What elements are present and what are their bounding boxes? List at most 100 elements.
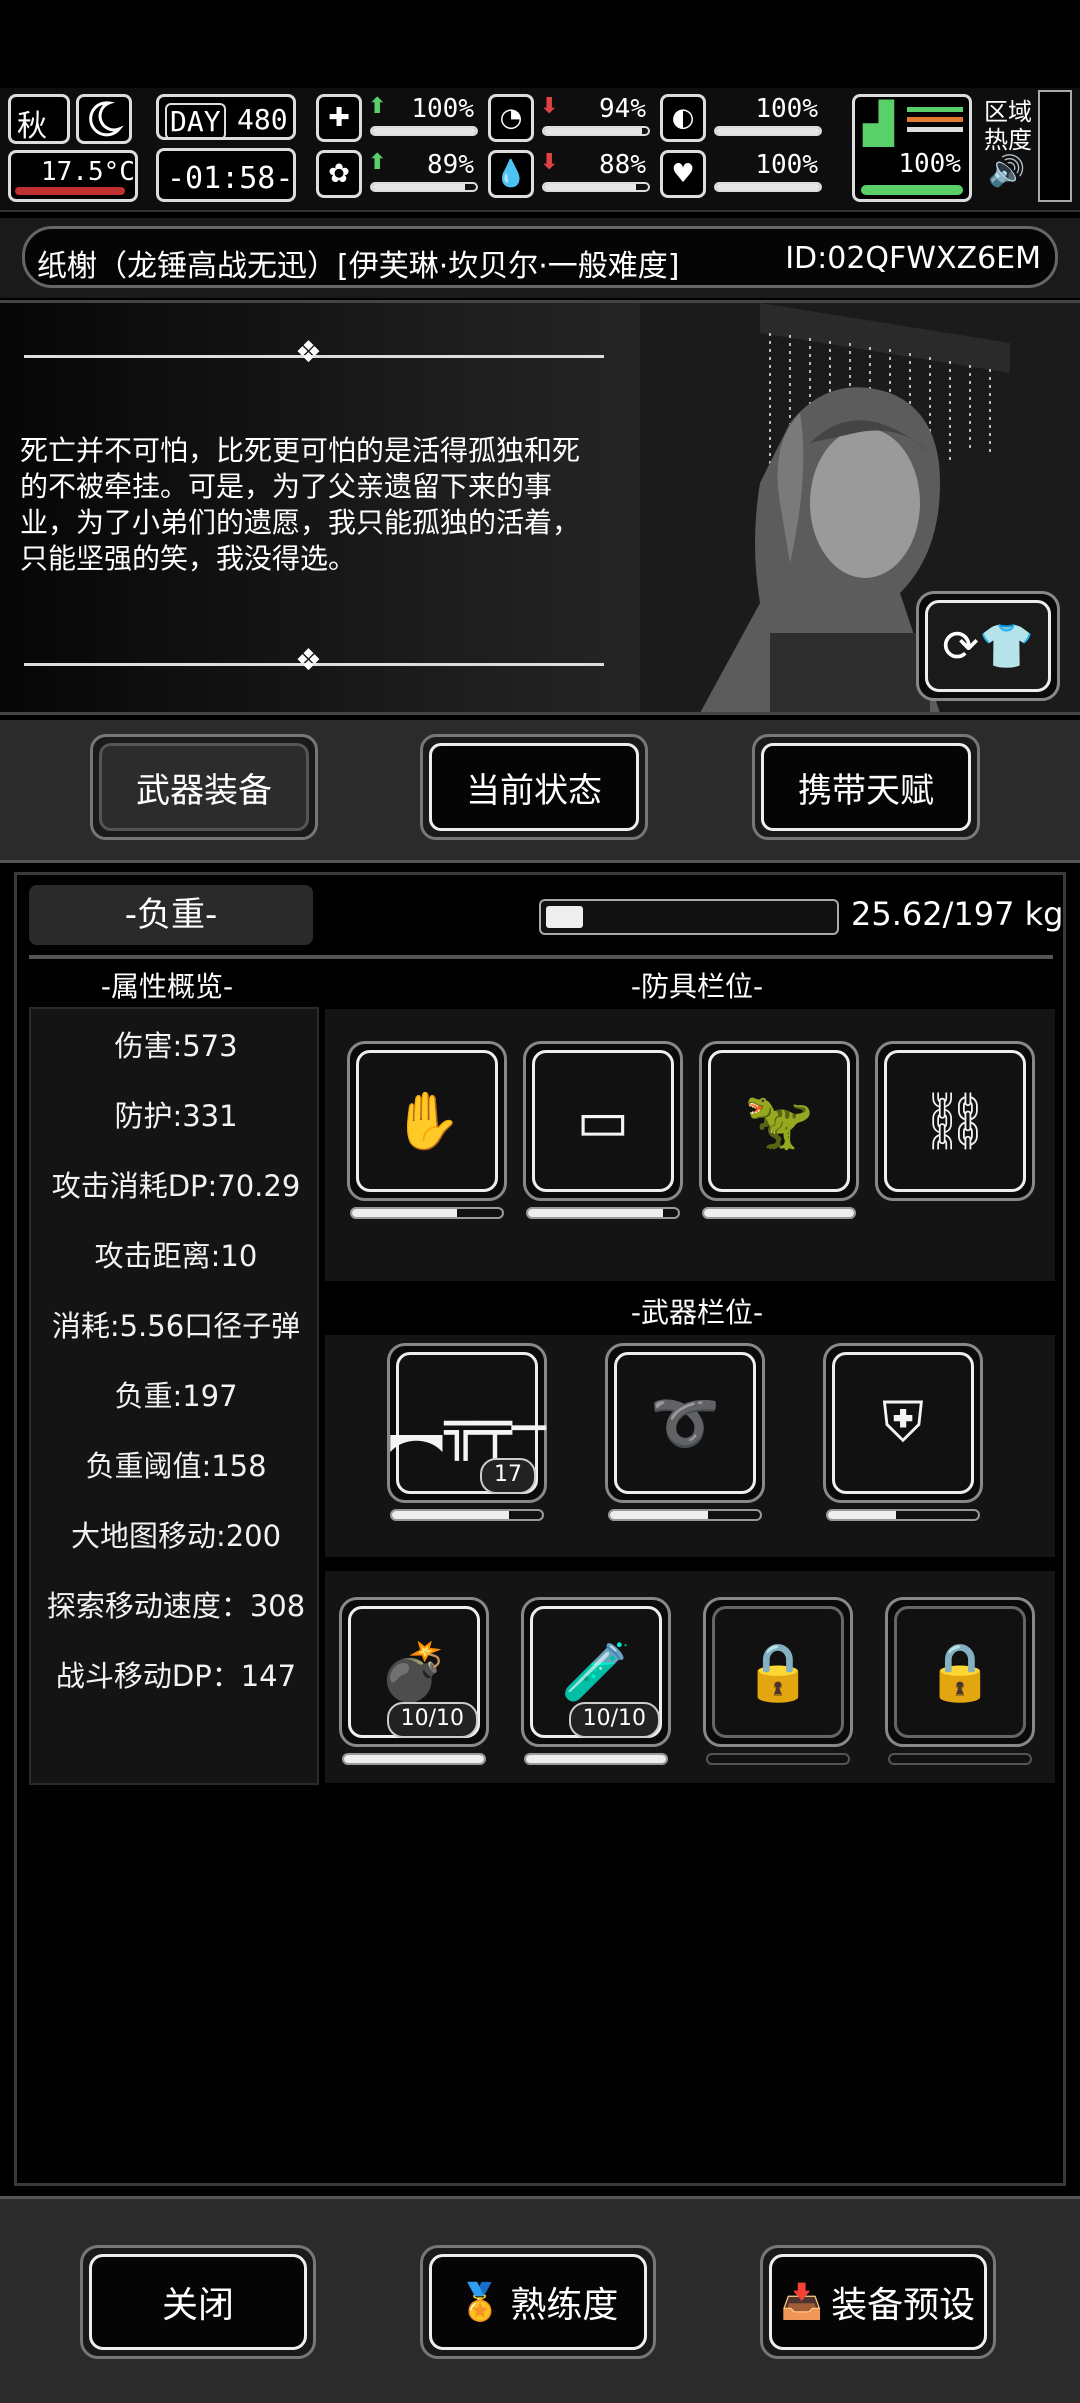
armor-durability-bar xyxy=(526,1207,680,1219)
season-label: 秋 xyxy=(17,109,47,144)
vital-stat-bar xyxy=(714,126,822,136)
stamina-value: 100% xyxy=(898,149,961,179)
ornament-diamond-top: ❖ xyxy=(295,335,322,370)
vital-stat-value: 100% xyxy=(411,94,474,124)
attributes-header: -属性概览- xyxy=(100,970,234,1003)
temperature-gauge: 17.5°C xyxy=(8,150,138,202)
character-title-frame: 纸榭（龙锤高战无迅）[伊芙琳·坎贝尔·一般难度] ID:02QFWXZ6EM xyxy=(22,226,1058,288)
weapon-slot[interactable]: ︻╦╤─ 17 xyxy=(387,1343,547,1503)
vital-stat-bar xyxy=(714,182,822,192)
close-button[interactable]: 关闭 xyxy=(80,2245,316,2359)
attribute-item: 大地图移动:200 xyxy=(70,1519,282,1553)
thermometer-bar xyxy=(15,187,125,195)
panel-divider xyxy=(29,955,1053,959)
proficiency-button[interactable]: 🏅 熟练度 xyxy=(420,2245,656,2359)
weapon-slot-count: 17 xyxy=(480,1458,536,1494)
canister-icon: 🧪 xyxy=(561,1640,631,1705)
status-hud: 秋 17.5°C DAY 480 -01:58- ✚ ⬆ 100% ◔ ⬇ 94% ◐ 100… xyxy=(0,88,1080,212)
weapon-slot[interactable]: ➰ xyxy=(605,1343,765,1503)
lock-icon: 🔒 xyxy=(925,1640,995,1705)
vital-stat-value: 94% xyxy=(599,94,646,124)
proficiency-icon: 🏅 xyxy=(457,2282,503,2323)
equipment-panel: -负重- 25.62/197 kg -属性概览- 伤害:573 防护:331 攻击消… xyxy=(14,872,1066,2186)
character-story-panel: ❖ 死亡并不可怕，比死更可怕的是活得孤独和死的不被牵挂。可是，为了父亲遗留下来的… xyxy=(0,300,1080,715)
tab-bar: 武器装备 当前状态 携带天赋 xyxy=(0,720,1080,863)
vital-stat: ◔ ⬇ 94% xyxy=(488,94,654,146)
attribute-item: 攻击消耗DP:70.29 xyxy=(51,1169,301,1203)
weapon-durability-bar xyxy=(826,1509,980,1521)
stamina-panel: ▟ 100% xyxy=(852,94,972,202)
water-drop-icon: 💧 xyxy=(488,150,534,198)
backpack-frame-icon: ⛓ xyxy=(919,1089,991,1154)
weapon-slot[interactable]: ⛨ xyxy=(823,1343,983,1503)
load-bar xyxy=(539,899,839,935)
dino-mask-icon: 🦖 xyxy=(744,1089,814,1154)
tab-weapons-equipment[interactable]: 武器装备 xyxy=(90,734,318,840)
vital-stat-value: 88% xyxy=(599,150,646,180)
weapons-header: -武器栏位- xyxy=(630,1296,764,1329)
day-value: 480 xyxy=(237,103,288,136)
day-label: DAY xyxy=(165,103,226,140)
footer-bar: 关闭 🏅 熟练度 📥 装备预设 xyxy=(0,2196,1080,2403)
armor-slot[interactable]: ✋ xyxy=(347,1041,507,1201)
attribute-item: 防护:331 xyxy=(114,1099,238,1133)
brain-icon: ✿ xyxy=(316,150,362,198)
armor-durability-bar xyxy=(350,1207,504,1219)
pill-icon: ◐ xyxy=(660,94,706,142)
consumable-durability-bar xyxy=(524,1753,668,1765)
close-button-label: 关闭 xyxy=(161,2285,234,2326)
load-label: -负重- xyxy=(124,895,218,935)
assault-rifle-icon: ︻╦╤─ xyxy=(388,1395,546,1461)
equipment-preset-button-label: 装备预设 xyxy=(831,2285,976,2326)
tab-carried-talents-label: 携带天赋 xyxy=(761,743,971,831)
consumable-durability-bar xyxy=(888,1753,1032,1765)
attribute-item: 攻击距离:10 xyxy=(94,1239,258,1273)
armor-slot[interactable]: 🦖 xyxy=(699,1041,859,1201)
vital-stat-bar xyxy=(542,182,650,192)
boot-icon: ▟ xyxy=(863,101,894,147)
vital-stat-value: 100% xyxy=(755,150,818,180)
lock-icon: 🔒 xyxy=(743,1640,813,1705)
gloves-icon: ✋ xyxy=(392,1089,462,1154)
consumable-slot-count: 10/10 xyxy=(386,1702,478,1738)
clock-value: -01:58- xyxy=(167,161,294,196)
tab-carried-talents[interactable]: 携带天赋 xyxy=(752,734,980,840)
zone-heat-label: 区域热度 xyxy=(984,98,1032,154)
game-clock: -01:58- xyxy=(156,148,296,202)
consumable-slot[interactable]: 💣 10/10 xyxy=(339,1597,489,1747)
medkit-icon: ✚ xyxy=(316,94,362,142)
attributes-panel: 伤害:573 防护:331 攻击消耗DP:70.29 攻击距离:10 消耗:5.56口径… xyxy=(29,1007,319,1785)
stamina-bar xyxy=(861,185,963,195)
grenade-icon: 💣 xyxy=(379,1640,449,1705)
consumable-slot: 🔒 xyxy=(703,1597,853,1747)
season-badge: 秋 xyxy=(8,94,70,144)
equipment-preset-button[interactable]: 📥 装备预设 xyxy=(760,2245,996,2359)
armor-durability-bar xyxy=(702,1207,856,1219)
change-outfit-button[interactable]: ⟳👕 xyxy=(916,591,1060,701)
armor-slot[interactable]: ⛓ xyxy=(875,1041,1035,1201)
attribute-item: 消耗:5.56口径子弹 xyxy=(51,1309,301,1343)
night-moon-icon xyxy=(76,94,132,144)
shorts-icon: ▭ xyxy=(576,1088,630,1154)
consumable-slot: 🔒 xyxy=(885,1597,1035,1747)
speaker-icon[interactable]: 🔊 xyxy=(988,154,1025,189)
armor-slot[interactable]: ▭ xyxy=(523,1041,683,1201)
heart-icon: ♥ xyxy=(660,150,706,198)
zone-heat-meter xyxy=(1038,90,1072,202)
attribute-item: 伤害:573 xyxy=(114,1029,238,1063)
character-id: ID:02QFWXZ6EM xyxy=(785,241,1041,276)
temperature-value: 17.5°C xyxy=(41,157,135,187)
vital-stat: ♥ 100% xyxy=(660,150,826,202)
story-text: 死亡并不可怕，比死更可怕的是活得孤独和死的不被牵挂。可是，为了父亲遗留下来的事业… xyxy=(20,434,581,575)
load-bar-fill xyxy=(546,906,584,928)
attribute-item: 战斗移动DP：147 xyxy=(55,1659,297,1693)
consumable-durability-bar xyxy=(342,1753,486,1765)
vital-stat-value: 100% xyxy=(755,94,818,124)
tab-current-status[interactable]: 当前状态 xyxy=(420,734,648,840)
vital-stat: 💧 ⬇ 88% xyxy=(488,150,654,202)
vital-stat-bar xyxy=(542,126,650,136)
load-label-box: -负重- xyxy=(29,885,313,945)
vital-stat: ✿ ⬆ 89% xyxy=(316,150,482,202)
consumable-slot[interactable]: 🧪 10/10 xyxy=(521,1597,671,1747)
attribute-item: 负重阈值:158 xyxy=(85,1449,267,1483)
